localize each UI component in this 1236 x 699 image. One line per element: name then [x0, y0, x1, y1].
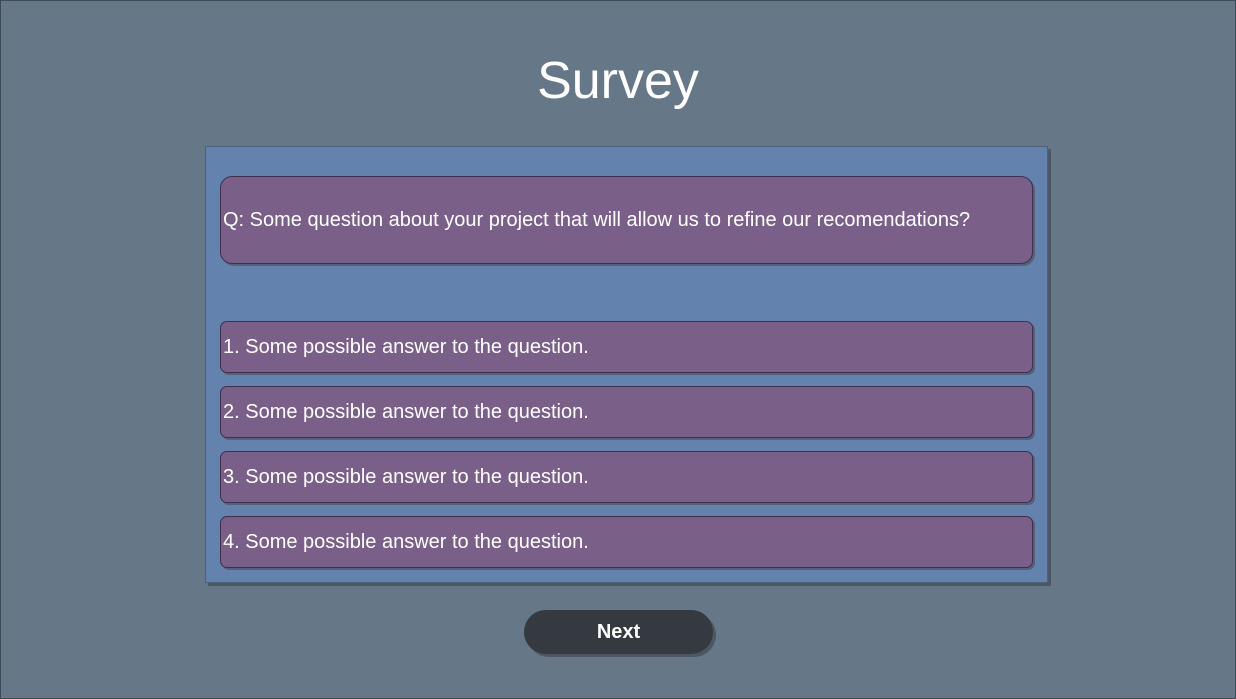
- answer-option-label: 4. Some possible answer to the question.: [223, 530, 589, 553]
- survey-page: Survey Q: Some question about your proje…: [0, 0, 1236, 699]
- page-title: Survey: [537, 52, 699, 110]
- answer-option-2[interactable]: 2. Some possible answer to the question.: [220, 386, 1033, 438]
- answer-option-4[interactable]: 4. Some possible answer to the question.: [220, 516, 1033, 568]
- answer-option-label: 1. Some possible answer to the question.: [223, 335, 589, 358]
- next-button[interactable]: Next: [524, 610, 713, 654]
- question-card: Q: Some question about your project that…: [220, 176, 1033, 264]
- answer-list: 1. Some possible answer to the question.…: [220, 321, 1033, 568]
- survey-panel: Q: Some question about your project that…: [205, 146, 1048, 583]
- answer-option-3[interactable]: 3. Some possible answer to the question.: [220, 451, 1033, 503]
- question-text: Q: Some question about your project that…: [223, 208, 971, 231]
- answer-option-label: 3. Some possible answer to the question.: [223, 465, 589, 488]
- answer-option-label: 2. Some possible answer to the question.: [223, 400, 589, 423]
- answer-option-1[interactable]: 1. Some possible answer to the question.: [220, 321, 1033, 373]
